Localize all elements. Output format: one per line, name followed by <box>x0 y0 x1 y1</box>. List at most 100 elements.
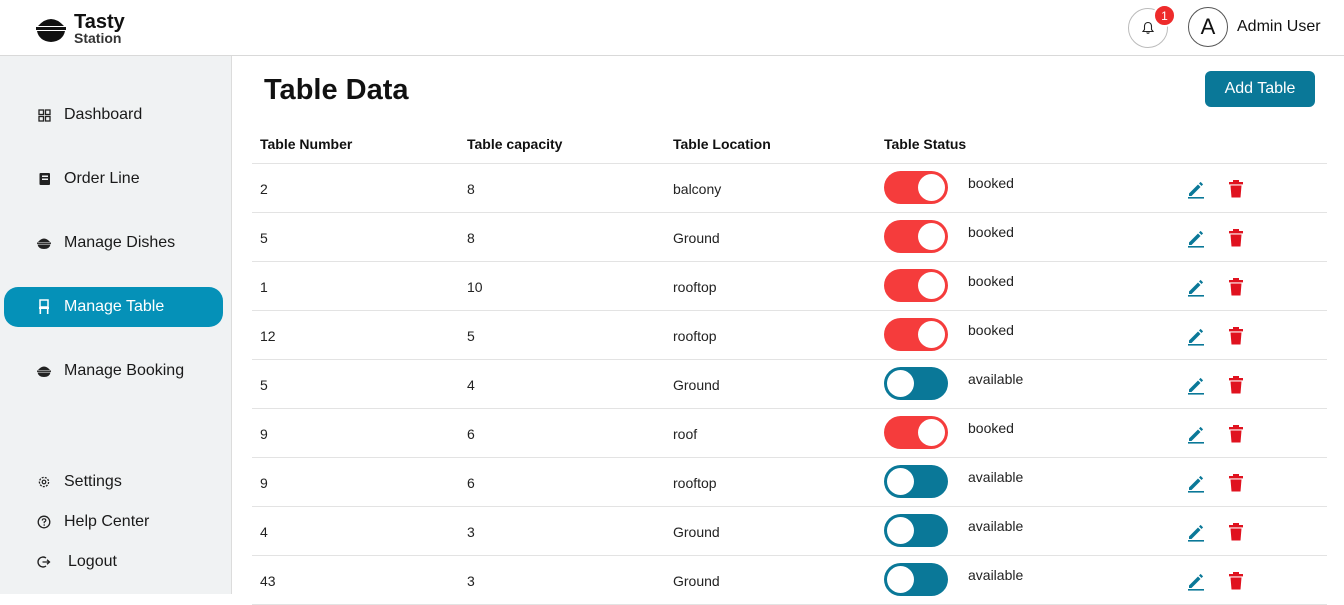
status-toggle[interactable] <box>884 563 948 596</box>
gear-icon <box>36 474 52 490</box>
edit-icon[interactable] <box>1186 473 1206 493</box>
delete-icon[interactable] <box>1227 228 1245 248</box>
page-title: Table Data <box>264 74 409 106</box>
book-icon <box>36 171 52 187</box>
help-icon <box>36 514 52 530</box>
status-toggle[interactable] <box>884 465 948 498</box>
toggle-knob <box>918 321 945 348</box>
status-label: booked <box>968 224 1014 240</box>
table-row: 4 3 Ground available <box>252 507 1327 556</box>
toggle-knob <box>887 370 914 397</box>
delete-icon[interactable] <box>1227 326 1245 346</box>
delete-icon[interactable] <box>1227 375 1245 395</box>
sidebar-item-label: Manage Table <box>64 298 165 315</box>
delete-icon[interactable] <box>1227 571 1245 591</box>
status-toggle[interactable] <box>884 514 948 547</box>
table-row: 5 8 Ground booked <box>252 213 1327 262</box>
status-label: booked <box>968 273 1014 289</box>
toggle-knob <box>887 566 914 593</box>
bowl-logo-icon <box>36 19 66 42</box>
brand-subtitle: Station <box>74 30 122 46</box>
edit-icon[interactable] <box>1186 228 1206 248</box>
status-label: booked <box>968 322 1014 338</box>
table-capacity-cell: 10 <box>467 279 483 295</box>
sidebar-item-label: Order Line <box>64 170 140 187</box>
sidebar-item-settings[interactable]: Settings <box>4 462 223 502</box>
sidebar-item-logout[interactable]: Logout <box>4 542 223 582</box>
bell-icon <box>1141 21 1155 34</box>
edit-icon[interactable] <box>1186 571 1206 591</box>
delete-icon[interactable] <box>1227 522 1245 542</box>
table-location-cell: roof <box>673 426 698 442</box>
delete-icon[interactable] <box>1227 277 1245 297</box>
sidebar-item-help-center[interactable]: Help Center <box>4 502 223 542</box>
status-label: available <box>968 518 1024 534</box>
table-capacity-cell: 5 <box>467 328 475 344</box>
status-label: available <box>968 469 1024 485</box>
table-number-cell: 5 <box>260 230 268 246</box>
table-number-cell: 12 <box>260 328 276 344</box>
table-location-cell: rooftop <box>673 279 717 295</box>
sidebar-item-label: Logout <box>68 553 117 570</box>
status-toggle[interactable] <box>884 416 948 449</box>
grid-icon <box>36 107 52 123</box>
table-location-cell: Ground <box>673 524 720 540</box>
delete-icon[interactable] <box>1227 179 1245 199</box>
table-row: 1 10 rooftop booked <box>252 262 1327 311</box>
avatar[interactable]: A <box>1188 7 1228 47</box>
table-row: 9 6 rooftop available <box>252 458 1327 507</box>
sidebar-item-label: Manage Dishes <box>64 234 176 251</box>
edit-icon[interactable] <box>1186 179 1206 199</box>
status-label: booked <box>968 420 1014 436</box>
sidebar-item-label: Help Center <box>64 513 150 530</box>
sidebar-item-manage-dishes[interactable]: Manage Dishes <box>4 223 223 263</box>
table-number-cell: 4 <box>260 524 268 540</box>
sidebar-item-label: Dashboard <box>64 106 143 123</box>
status-toggle[interactable] <box>884 367 948 400</box>
table-capacity-cell: 6 <box>467 426 475 442</box>
status-label: available <box>968 371 1024 387</box>
table-number-cell: 2 <box>260 181 268 197</box>
status-toggle[interactable] <box>884 171 948 204</box>
delete-icon[interactable] <box>1227 473 1245 493</box>
sidebar-item-dashboard[interactable]: Dashboard <box>4 95 223 135</box>
column-header-table-location: Table Location <box>673 136 771 152</box>
status-label: booked <box>968 175 1014 191</box>
toggle-knob <box>918 419 945 446</box>
edit-icon[interactable] <box>1186 326 1206 346</box>
edit-icon[interactable] <box>1186 522 1206 542</box>
brand-title: Tasty <box>74 11 125 33</box>
status-toggle[interactable] <box>884 269 948 302</box>
table-location-cell: Ground <box>673 230 720 246</box>
table-row: 5 4 Ground available <box>252 360 1327 409</box>
edit-icon[interactable] <box>1186 277 1206 297</box>
table-location-cell: rooftop <box>673 475 717 491</box>
table-capacity-cell: 3 <box>467 573 475 589</box>
table-row: 12 5 rooftop booked <box>252 311 1327 360</box>
sidebar-item-label: Manage Booking <box>64 362 185 379</box>
add-table-button[interactable]: Add Table <box>1205 71 1315 107</box>
table-body: 2 8 balcony booked 5 8 Ground booked 1 10 rooftop b… <box>252 164 1327 605</box>
table-number-cell: 9 <box>260 426 268 442</box>
toggle-knob <box>918 272 945 299</box>
sidebar-item-order-line[interactable]: Order Line <box>4 159 223 199</box>
top-header: Tasty Station 1 A Admin User <box>0 0 1344 56</box>
table-row: 9 6 roof booked <box>252 409 1327 458</box>
table-location-cell: Ground <box>673 573 720 589</box>
edit-icon[interactable] <box>1186 424 1206 444</box>
edit-icon[interactable] <box>1186 375 1206 395</box>
status-label: available <box>968 567 1024 583</box>
table-row: 2 8 balcony booked <box>252 164 1327 213</box>
status-toggle[interactable] <box>884 318 948 351</box>
user-name[interactable]: Admin User <box>1237 18 1321 36</box>
brand-logo[interactable]: Tasty Station <box>34 12 125 45</box>
sidebar-item-manage-table[interactable]: Manage Table <box>4 287 223 327</box>
bowl-icon <box>36 235 52 251</box>
table-number-cell: 9 <box>260 475 268 491</box>
table-location-cell: rooftop <box>673 328 717 344</box>
sidebar-item-manage-booking[interactable]: Manage Booking <box>4 351 223 391</box>
column-header-table-capacity: Table capacity <box>467 136 563 152</box>
logout-icon <box>36 554 52 570</box>
delete-icon[interactable] <box>1227 424 1245 444</box>
status-toggle[interactable] <box>884 220 948 253</box>
